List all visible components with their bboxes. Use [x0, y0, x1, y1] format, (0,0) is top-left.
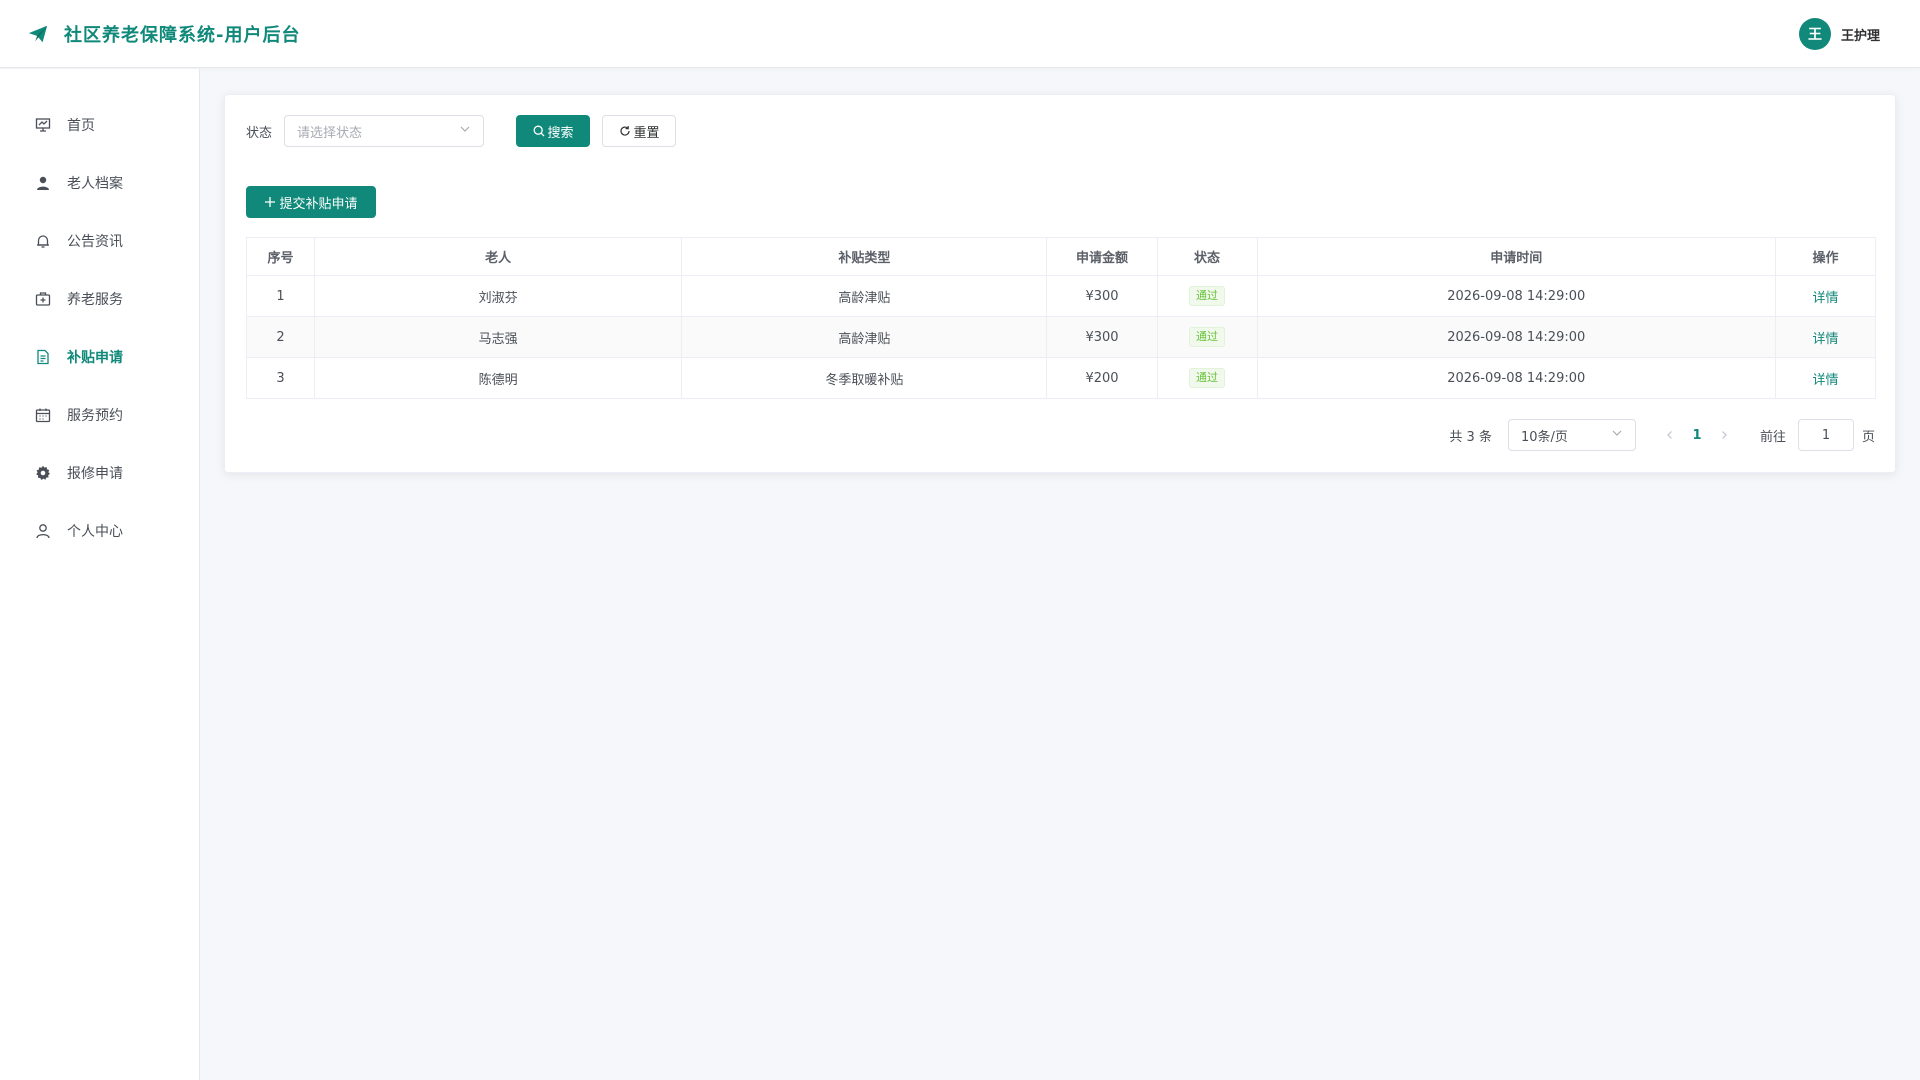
avatar[interactable]: 王	[1798, 18, 1831, 50]
sidebar-item-label: 补贴申请	[67, 350, 123, 366]
cell-status: 通过	[1156, 316, 1258, 358]
page-size-select[interactable]: 10条/页	[1507, 419, 1636, 451]
cell-elder: 陈德明	[314, 357, 683, 399]
user-outline-icon	[34, 522, 52, 540]
plus-icon	[264, 196, 276, 208]
chevron-down-icon	[1611, 427, 1623, 443]
calendar-icon	[34, 406, 52, 424]
details-link[interactable]: 详情	[1812, 332, 1838, 347]
page-suffix: 页	[1861, 429, 1875, 445]
table-row[interactable]: 2 马志强 高龄津贴 ¥300 通过 2026-09-08 14:29:00 详…	[245, 316, 1877, 358]
chevron-left-icon[interactable]	[1658, 430, 1682, 440]
cell-amount: ¥300	[1046, 316, 1158, 358]
cell-index: 2	[245, 316, 316, 358]
pagination-total: 共 3 条	[1449, 429, 1492, 445]
reset-button[interactable]: 重置	[602, 115, 677, 147]
sidebar: 首页 老人档案 公告资讯 养老服务 补贴申请 服务预约 报修申请 个人中心	[0, 69, 200, 1080]
sidebar-item-label: 报修申请	[67, 466, 123, 482]
page-size-value: 10条/页	[1520, 429, 1568, 445]
chevron-down-icon	[459, 123, 471, 139]
column-header-elder[interactable]: 老人	[314, 237, 683, 276]
status-select[interactable]: 请选择状态	[284, 115, 485, 147]
sidebar-item-profile[interactable]: 个人中心	[0, 502, 199, 560]
add-subsidy-button[interactable]: 提交补贴申请	[246, 186, 376, 218]
cell-status: 通过	[1156, 275, 1258, 317]
column-header-actions[interactable]: 操作	[1774, 237, 1877, 276]
cell-status: 通过	[1156, 357, 1258, 399]
filter-bar: 状态 请选择状态 搜索 重置	[246, 115, 677, 147]
table-row[interactable]: 3 陈德明 冬季取暖补贴 ¥200 通过 2026-09-08 14:29:00…	[245, 357, 1877, 399]
column-header-type[interactable]: 补贴类型	[681, 237, 1048, 276]
sidebar-item-appointments[interactable]: 服务预约	[0, 386, 199, 444]
document-icon	[34, 348, 52, 366]
sidebar-item-label: 个人中心	[67, 524, 123, 540]
status-badge: 通过	[1189, 327, 1226, 347]
sidebar-item-home[interactable]: 首页	[0, 96, 199, 154]
cell-actions: 详情	[1774, 357, 1877, 399]
cell-amount: ¥300	[1046, 275, 1158, 317]
status-badge: 通过	[1189, 368, 1226, 388]
search-button-label: 搜索	[547, 125, 574, 141]
sidebar-item-elderly-services[interactable]: 养老服务	[0, 270, 199, 328]
app-title: 社区养老保障系统-用户后台	[64, 24, 301, 46]
sidebar-item-label: 养老服务	[67, 292, 123, 308]
cell-elder: 刘淑芬	[314, 275, 683, 317]
presentation-icon	[34, 116, 52, 134]
column-header-time[interactable]: 申请时间	[1256, 237, 1776, 276]
details-link[interactable]: 详情	[1812, 373, 1838, 388]
sidebar-item-label: 公告资讯	[67, 234, 123, 250]
sidebar-item-elder-profiles[interactable]: 老人档案	[0, 154, 199, 212]
cell-type: 高龄津贴	[681, 275, 1048, 317]
sidebar-item-label: 老人档案	[67, 176, 123, 192]
cell-amount: ¥200	[1046, 357, 1158, 399]
top-header: 社区养老保障系统-用户后台 王 王护理	[0, 0, 1920, 68]
search-icon	[533, 125, 545, 137]
status-badge: 通过	[1189, 286, 1226, 306]
sidebar-item-repair[interactable]: 报修申请	[0, 444, 199, 502]
search-button[interactable]: 搜索	[516, 115, 591, 147]
chevron-right-icon[interactable]	[1712, 430, 1736, 440]
table-row[interactable]: 1 刘淑芬 高龄津贴 ¥300 通过 2026-09-08 14:29:00 详…	[245, 275, 1877, 317]
column-header-status[interactable]: 状态	[1156, 237, 1258, 276]
brand[interactable]: 社区养老保障系统-用户后台	[26, 21, 300, 47]
cell-elder: 马志强	[314, 316, 683, 358]
first-aid-kit-icon	[34, 290, 52, 308]
sidebar-menu: 首页 老人档案 公告资讯 养老服务 补贴申请 服务预约 报修申请 个人中心	[0, 96, 199, 560]
goto-label: 前往	[1759, 429, 1786, 445]
cell-type: 冬季取暖补贴	[681, 357, 1048, 399]
details-link[interactable]: 详情	[1812, 291, 1838, 306]
pagination: 共 3 条 10条/页 1 前往 1 页	[1449, 419, 1875, 451]
user-menu[interactable]: 王 王护理	[1798, 18, 1880, 50]
status-select-placeholder: 请选择状态	[297, 125, 363, 141]
status-filter-label: 状态	[246, 125, 273, 141]
cell-index: 1	[245, 275, 316, 317]
sidebar-item-label: 服务预约	[67, 408, 123, 424]
cell-time: 2026-09-08 14:29:00	[1256, 357, 1776, 399]
cell-index: 3	[245, 357, 316, 399]
bell-icon	[34, 232, 52, 250]
sidebar-item-announcements[interactable]: 公告资讯	[0, 212, 199, 270]
goto-page-input[interactable]: 1	[1797, 419, 1854, 451]
user-name[interactable]: 王护理	[1841, 25, 1880, 44]
sidebar-item-subsidy[interactable]: 补贴申请	[0, 328, 199, 386]
sidebar-item-label: 首页	[67, 118, 95, 134]
refresh-icon	[619, 125, 631, 137]
reset-button-label: 重置	[633, 125, 660, 141]
subsidy-table: 序号 老人 补贴类型 申请金额 状态 申请时间 操作 1 刘淑芬 高龄津贴 ¥3…	[245, 237, 1877, 399]
cell-time: 2026-09-08 14:29:00	[1256, 316, 1776, 358]
add-subsidy-button-label: 提交补贴申请	[279, 196, 358, 212]
paper-plane-icon	[26, 22, 50, 46]
cell-time: 2026-09-08 14:29:00	[1256, 275, 1776, 317]
column-header-amount[interactable]: 申请金额	[1046, 237, 1158, 276]
page-number-current[interactable]: 1	[1682, 428, 1712, 443]
cell-actions: 详情	[1774, 316, 1877, 358]
cell-actions: 详情	[1774, 275, 1877, 317]
user-icon	[34, 174, 52, 192]
subsidy-card: 状态 请选择状态 搜索 重置 提交补贴申请 序号 老人 补贴类型 申请金额 状态…	[224, 94, 1896, 473]
cell-type: 高龄津贴	[681, 316, 1048, 358]
gear-icon	[34, 464, 52, 482]
table-header-row: 序号 老人 补贴类型 申请金额 状态 申请时间 操作	[245, 237, 1877, 276]
column-header-index[interactable]: 序号	[245, 237, 316, 276]
